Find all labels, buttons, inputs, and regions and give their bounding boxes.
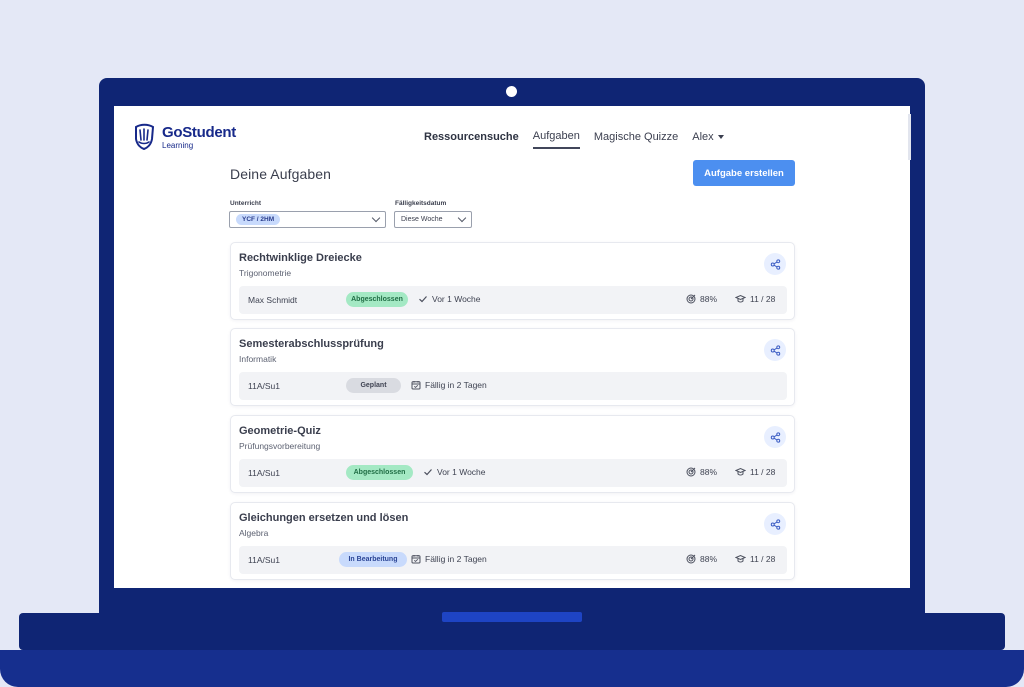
nav-item-magische-quizze[interactable]: Magische Quizze: [594, 131, 678, 148]
assignment-owner: 11A/Su1: [248, 468, 280, 478]
chevron-down-icon: [371, 213, 381, 223]
assignment-subject: Trigonometrie: [239, 268, 292, 278]
share-button[interactable]: [764, 339, 786, 361]
submissions-text: 11 / 28: [750, 294, 776, 304]
assignment-subject: Informatik: [239, 354, 277, 364]
chevron-down-icon: [457, 213, 467, 223]
floor-strip: [0, 650, 1024, 687]
check-icon: [419, 296, 427, 303]
assignment-timing: Vor 1 Woche: [418, 294, 481, 304]
due-filter-label: Fälligkeitsdatum: [395, 200, 447, 207]
assignment-meta-row: 11A/Su1 Geplant Fällig in 2 Tagen: [239, 372, 787, 400]
assignment-score: 88%: [686, 467, 717, 477]
assignment-subject: Algebra: [239, 528, 269, 538]
assignment-score: 88%: [686, 294, 717, 304]
assignment-submissions: 11 / 28: [735, 554, 775, 564]
calendar-icon: [411, 555, 421, 564]
top-nav: Ressourcensuche Aufgaben Magische Quizze…: [424, 130, 724, 149]
share-icon: [770, 431, 780, 443]
score-text: 88%: [700, 294, 718, 304]
submissions-text: 11 / 28: [750, 467, 776, 477]
calendar-icon: [411, 381, 421, 390]
timing-text: Vor 1 Woche: [432, 294, 481, 304]
submissions-text: 11 / 28: [750, 554, 776, 564]
graduation-cap-icon: [735, 294, 746, 303]
share-button[interactable]: [764, 513, 786, 535]
assignment-owner: Max Schmidt: [248, 295, 298, 305]
status-badge: Abgeschlossen: [346, 292, 408, 307]
share-icon: [770, 344, 780, 356]
score-text: 88%: [700, 467, 718, 477]
assignment-title: Gleichungen ersetzen und lösen: [239, 512, 409, 524]
assignment-owner: 11A/Su1: [248, 381, 280, 391]
due-filter-select[interactable]: Diese Woche: [394, 211, 472, 228]
assignment-meta-row: 11A/Su1 In Bearbeitung Fällig in 2 Tagen…: [239, 546, 787, 574]
target-icon: [686, 294, 696, 304]
assignment-meta-row: Max Schmidt Abgeschlossen Vor 1 Woche 88…: [239, 286, 787, 314]
screen-edge: [908, 114, 911, 160]
assignment-score: 88%: [686, 554, 717, 564]
share-icon: [770, 518, 780, 530]
user-menu[interactable]: Alex: [692, 131, 724, 148]
target-icon: [686, 467, 696, 477]
target-icon: [686, 554, 696, 564]
timing-text: Fällig in 2 Tagen: [425, 380, 487, 390]
timing-text: Vor 1 Woche: [437, 467, 486, 477]
brand-name: GoStudent: [162, 123, 236, 141]
timing-text: Fällig in 2 Tagen: [425, 554, 487, 564]
assignment-title: Geometrie-Quiz: [239, 425, 321, 437]
assignment-title: Rechtwinklige Dreiecke: [239, 252, 362, 264]
assignment-card[interactable]: Gleichungen ersetzen und lösen Algebra 1…: [230, 502, 795, 580]
assignment-card[interactable]: Geometrie-Quiz Prüfungsvorbereitung 11A/…: [230, 415, 795, 493]
class-filter-label: Unterricht: [230, 200, 262, 207]
assignment-card[interactable]: Rechtwinklige Dreiecke Trigonometrie Max…: [230, 242, 795, 320]
caret-down-icon: [717, 135, 724, 139]
page-title: Deine Aufgaben: [230, 166, 332, 182]
nav-item-aufgaben[interactable]: Aufgaben: [532, 130, 580, 149]
due-filter-value: Diese Woche: [401, 216, 443, 223]
brand-subtitle: Learning: [162, 140, 194, 150]
graduation-cap-icon: [735, 467, 746, 476]
assignment-meta-row: 11A/Su1 Abgeschlossen Vor 1 Woche 88% 11…: [239, 459, 787, 487]
nav-item-ressourcensuche[interactable]: Ressourcensuche: [424, 131, 519, 148]
graduation-cap-icon: [735, 554, 746, 563]
assignment-card[interactable]: Semesterabschlussprüfung Informatik 11A/…: [230, 328, 795, 406]
assignment-submissions: 11 / 28: [735, 467, 775, 477]
check-icon: [424, 469, 432, 476]
brand-logo[interactable]: GoStudent Learning: [132, 123, 236, 151]
assignment-title: Semesterabschlussprüfung: [239, 338, 384, 350]
share-button[interactable]: [764, 253, 786, 275]
score-text: 88%: [700, 554, 718, 564]
gostudent-logo-icon: [135, 123, 155, 151]
webcam: [506, 86, 517, 97]
status-badge: In Bearbeitung: [339, 552, 407, 567]
class-filter-chip: YCF / 2HM: [236, 214, 281, 225]
status-badge: Geplant: [346, 378, 401, 393]
assignment-timing: Vor 1 Woche: [423, 467, 486, 477]
class-filter-select[interactable]: YCF / 2HM: [229, 211, 386, 228]
assignment-timing: Fällig in 2 Tagen: [411, 554, 487, 564]
app-screen: GoStudent Learning Ressourcensuche Aufga…: [114, 106, 910, 588]
share-button[interactable]: [764, 426, 786, 448]
create-assignment-button[interactable]: Aufgabe erstellen: [693, 160, 795, 186]
share-icon: [770, 258, 780, 270]
assignment-subject: Prüfungsvorbereitung: [239, 441, 321, 451]
status-badge: Abgeschlossen: [346, 465, 413, 480]
assignment-timing: Fällig in 2 Tagen: [411, 380, 487, 390]
assignment-owner: 11A/Su1: [248, 555, 280, 565]
user-name: Alex: [692, 131, 714, 143]
laptop-notch: [442, 612, 582, 622]
assignment-submissions: 11 / 28: [735, 294, 775, 304]
